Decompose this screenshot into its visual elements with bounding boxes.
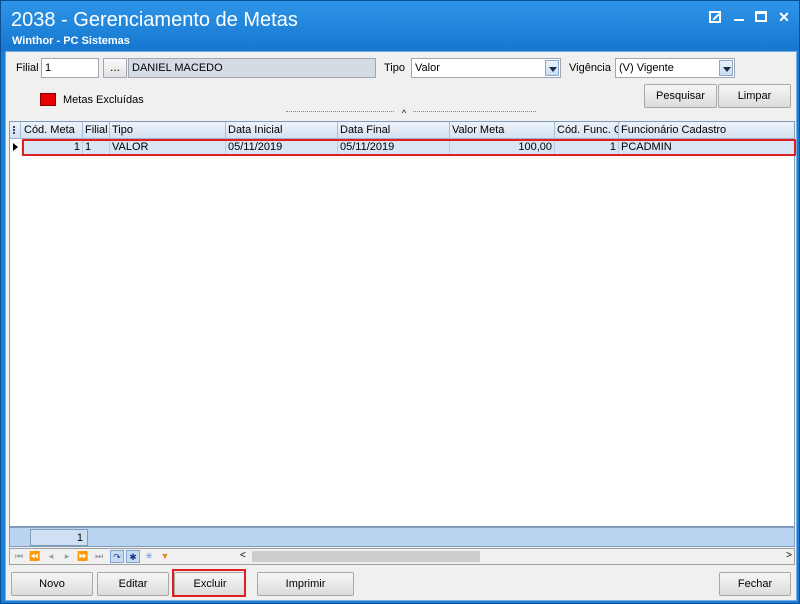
filial-label: Filial bbox=[16, 62, 39, 74]
metas-excluidas-swatch bbox=[40, 93, 56, 106]
close-button[interactable]: ✕ bbox=[776, 9, 792, 25]
vigencia-select[interactable]: (V) Vigente bbox=[615, 58, 735, 78]
scroll-left-icon[interactable]: < bbox=[240, 550, 246, 561]
column-chooser-icon[interactable] bbox=[10, 122, 21, 139]
metas-grid[interactable]: Cód. Meta Filial Tipo Data Inicial Data … bbox=[9, 121, 796, 527]
title-bar[interactable]: 2038 - Gerenciamento de Metas Winthor - … bbox=[1, 1, 799, 51]
cell-funcionario[interactable]: PCADMIN bbox=[619, 139, 794, 156]
next-record-icon[interactable]: ▸ bbox=[60, 550, 74, 563]
col-header-valor-meta[interactable]: Valor Meta bbox=[450, 122, 555, 139]
row-count: 1 bbox=[30, 529, 88, 546]
novo-button[interactable]: Novo bbox=[11, 572, 93, 596]
chevron-down-icon[interactable] bbox=[545, 60, 559, 76]
filter-icon[interactable]: ▼ bbox=[158, 550, 172, 563]
cell-cod-func[interactable]: 1 bbox=[555, 139, 619, 156]
imprimir-button[interactable]: Imprimir bbox=[257, 572, 354, 596]
minimize-button[interactable] bbox=[731, 9, 747, 25]
delete-record-icon[interactable]: ✳ bbox=[142, 550, 156, 563]
col-header-data-inicial[interactable]: Data Inicial bbox=[226, 122, 338, 139]
cell-filial[interactable]: 1 bbox=[83, 139, 110, 156]
collapse-icon[interactable]: ^ bbox=[395, 109, 413, 118]
edit-icon[interactable] bbox=[707, 9, 723, 25]
vigencia-label: Vigência bbox=[569, 62, 611, 74]
cell-data-inicial[interactable]: 05/11/2019 bbox=[226, 139, 338, 156]
current-row-icon bbox=[10, 139, 21, 156]
prev-page-icon[interactable]: ⏪ bbox=[28, 550, 42, 563]
fechar-button[interactable]: Fechar bbox=[719, 572, 791, 596]
vigencia-select-value: (V) Vigente bbox=[619, 62, 674, 74]
col-header-filial[interactable]: Filial bbox=[83, 122, 110, 139]
last-record-icon[interactable]: ⏭ bbox=[92, 550, 106, 563]
cell-tipo[interactable]: VALOR bbox=[110, 139, 226, 156]
excluir-button[interactable]: Excluir bbox=[174, 572, 246, 596]
grid-navigator: ⏮ ⏪ ◂ ▸ ⏩ ⏭ ↷ ✱ ✳ ▼ < > bbox=[9, 548, 795, 565]
horizontal-scrollbar[interactable]: < > bbox=[238, 550, 794, 563]
refresh-icon[interactable]: ↷ bbox=[110, 550, 124, 563]
scroll-right-icon[interactable]: > bbox=[786, 550, 792, 561]
maximize-button[interactable] bbox=[753, 9, 769, 25]
tipo-select[interactable]: Valor bbox=[411, 58, 561, 78]
insert-record-icon[interactable]: ✱ bbox=[126, 550, 140, 563]
col-header-cod-meta[interactable]: Cód. Meta bbox=[22, 122, 83, 139]
metas-excluidas-label: Metas Excluídas bbox=[63, 94, 144, 106]
grid-footer: 1 bbox=[9, 527, 795, 547]
next-page-icon[interactable]: ⏩ bbox=[76, 550, 90, 563]
scrollbar-thumb[interactable] bbox=[252, 551, 480, 562]
col-header-cod-func[interactable]: Cód. Func. C bbox=[555, 122, 619, 139]
table-row[interactable]: 1 1 VALOR 05/11/2019 05/11/2019 100,00 1… bbox=[10, 139, 794, 156]
cell-valor-meta[interactable]: 100,00 bbox=[450, 139, 555, 156]
cell-data-final[interactable]: 05/11/2019 bbox=[338, 139, 450, 156]
cell-cod-meta[interactable]: 1 bbox=[22, 139, 83, 156]
tipo-select-value: Valor bbox=[415, 62, 440, 74]
limpar-button[interactable]: Limpar bbox=[718, 84, 791, 108]
main-window: 2038 - Gerenciamento de Metas Winthor - … bbox=[0, 0, 800, 604]
filial-input[interactable]: 1 bbox=[41, 58, 99, 78]
grid-header: Cód. Meta Filial Tipo Data Inicial Data … bbox=[10, 122, 794, 139]
prev-record-icon[interactable]: ◂ bbox=[44, 550, 58, 563]
tipo-label: Tipo bbox=[384, 62, 405, 74]
first-record-icon[interactable]: ⏮ bbox=[12, 550, 26, 563]
window-title: 2038 - Gerenciamento de Metas bbox=[11, 9, 298, 31]
filial-lookup-button[interactable]: ... bbox=[103, 58, 127, 78]
pesquisar-button[interactable]: Pesquisar bbox=[644, 84, 717, 108]
window-subtitle: Winthor - PC Sistemas bbox=[12, 35, 130, 47]
chevron-down-icon[interactable] bbox=[719, 60, 733, 76]
col-header-funcionario[interactable]: Funcionário Cadastro bbox=[619, 122, 794, 139]
client-area: Filial 1 ... DANIEL MACEDO Tipo Valor Vi… bbox=[5, 51, 797, 601]
col-header-tipo[interactable]: Tipo bbox=[110, 122, 226, 139]
col-header-data-final[interactable]: Data Final bbox=[338, 122, 450, 139]
filial-name-field: DANIEL MACEDO bbox=[128, 58, 376, 78]
editar-button[interactable]: Editar bbox=[97, 572, 169, 596]
